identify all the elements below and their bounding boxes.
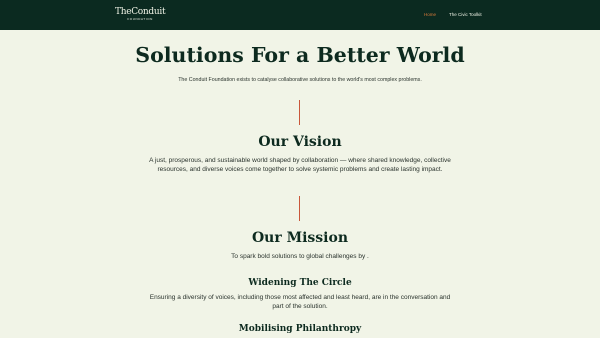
widening-heading: Widening The Circle (248, 278, 352, 288)
page-title: Solutions For a Better World (135, 43, 465, 67)
widening-text: Ensuring a diversity of voices, includin… (149, 294, 451, 310)
section-divider (299, 196, 300, 221)
nav-link-home[interactable]: Home (424, 12, 436, 18)
logo-wordmark: TheConduit (115, 7, 166, 17)
mission-heading: Our Mission (251, 230, 349, 246)
logo-subtitle: FOUNDATION (127, 17, 153, 21)
site-header: TheConduit FOUNDATION Home The Civic Too… (0, 0, 600, 30)
section-divider (299, 100, 300, 125)
logo[interactable]: TheConduit FOUNDATION (115, 7, 166, 22)
hero-subtitle: The Conduit Foundation exists to catalys… (178, 77, 422, 83)
mobilising-heading: Mobilising Philanthropy (238, 324, 362, 334)
nav-link-civic-toolkit[interactable]: The Civic Toolkit (449, 12, 482, 18)
vision-text: A just, prosperous, and sustainable worl… (149, 157, 451, 173)
mission-text: To spark bold solutions to global challe… (231, 253, 369, 260)
vision-heading: Our Vision (258, 134, 342, 150)
